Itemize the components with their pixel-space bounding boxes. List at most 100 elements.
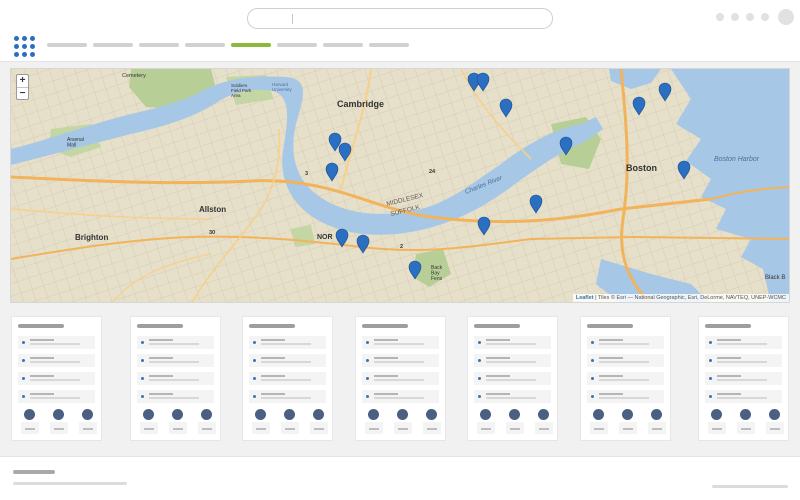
stat-circle-icon — [622, 409, 633, 420]
list-item[interactable] — [18, 336, 95, 349]
stat-circle-icon — [172, 409, 183, 420]
nav-tab-6[interactable] — [277, 43, 317, 47]
footer-title — [13, 470, 55, 474]
bullet-icon — [141, 377, 144, 380]
list-item[interactable] — [362, 336, 439, 349]
nav-tab-4[interactable] — [185, 43, 225, 47]
control-dot-1[interactable] — [716, 13, 724, 21]
control-dot-2[interactable] — [731, 13, 739, 21]
nav-tab-8[interactable] — [369, 43, 409, 47]
stat-value — [310, 422, 328, 434]
list-item[interactable] — [474, 336, 551, 349]
stat-circle-icon — [538, 409, 549, 420]
list-item[interactable] — [18, 390, 95, 403]
stat-value — [737, 422, 755, 434]
grid-icon[interactable] — [14, 36, 35, 57]
list-item[interactable] — [137, 354, 214, 367]
nav-tab-3[interactable] — [139, 43, 179, 47]
zoom-control: + − — [16, 74, 29, 100]
attribution-link[interactable]: Leaflet — [576, 295, 594, 301]
list-item[interactable] — [362, 372, 439, 385]
stat-circle-icon — [651, 409, 662, 420]
list-item[interactable] — [587, 354, 664, 367]
list-item[interactable] — [587, 390, 664, 403]
stat-value — [423, 422, 441, 434]
summary-card[interactable] — [580, 316, 671, 441]
nav-tab-1[interactable] — [47, 43, 87, 47]
list-item-title — [261, 393, 285, 395]
list-item[interactable] — [249, 336, 326, 349]
summary-card[interactable] — [698, 316, 789, 441]
nav-tab-5-active[interactable] — [231, 43, 271, 47]
list-item[interactable] — [705, 354, 782, 367]
list-item-subtitle — [149, 397, 199, 399]
stat-item — [281, 409, 299, 439]
map-view[interactable]: Cambridge Boston Allston Brighton Boston… — [10, 68, 790, 303]
list-item-title — [149, 393, 173, 395]
list-item[interactable] — [362, 390, 439, 403]
bullet-icon — [478, 359, 481, 362]
avatar[interactable] — [778, 9, 794, 25]
list-item-subtitle — [717, 397, 767, 399]
stat-item — [737, 409, 755, 439]
list-item-subtitle — [261, 361, 311, 363]
zoom-out-button[interactable]: − — [17, 87, 28, 99]
summary-card[interactable] — [467, 316, 558, 441]
list-item[interactable] — [587, 336, 664, 349]
list-item-title — [717, 375, 741, 377]
list-item[interactable] — [362, 354, 439, 367]
stat-item — [766, 409, 784, 439]
list-item[interactable] — [474, 354, 551, 367]
list-item[interactable] — [587, 372, 664, 385]
list-item[interactable] — [705, 336, 782, 349]
nav-tab-7[interactable] — [323, 43, 363, 47]
list-item[interactable] — [249, 354, 326, 367]
stat-circle-icon — [82, 409, 93, 420]
list-item[interactable] — [137, 372, 214, 385]
stat-circle-icon — [711, 409, 722, 420]
map-tiles: Cambridge Boston Allston Brighton Boston… — [11, 69, 789, 302]
control-dot-3[interactable] — [746, 13, 754, 21]
stat-value — [79, 422, 97, 434]
list-item[interactable] — [137, 390, 214, 403]
search-bar[interactable] — [247, 8, 553, 29]
list-item-subtitle — [599, 343, 649, 345]
zoom-in-button[interactable]: + — [17, 75, 28, 87]
list-item[interactable] — [18, 354, 95, 367]
list-item-title — [599, 357, 623, 359]
list-item-title — [374, 357, 398, 359]
list-item-subtitle — [599, 361, 649, 363]
stat-item — [310, 409, 328, 439]
bullet-icon — [141, 395, 144, 398]
list-item-title — [717, 393, 741, 395]
card-title — [18, 324, 64, 328]
list-item[interactable] — [249, 372, 326, 385]
summary-card[interactable] — [355, 316, 446, 441]
stat-circle-icon — [426, 409, 437, 420]
stat-value — [648, 422, 666, 434]
map-attribution: Leaflet | Tiles © Esri — National Geogra… — [572, 294, 789, 302]
list-item[interactable] — [474, 390, 551, 403]
summary-card[interactable] — [130, 316, 221, 441]
summary-card[interactable] — [242, 316, 333, 441]
list-item[interactable] — [474, 372, 551, 385]
list-item-subtitle — [30, 397, 80, 399]
list-item[interactable] — [18, 372, 95, 385]
nav-tab-2[interactable] — [93, 43, 133, 47]
list-item-title — [149, 339, 173, 341]
list-item-title — [717, 357, 741, 359]
stat-item — [79, 409, 97, 439]
list-item[interactable] — [137, 336, 214, 349]
list-item[interactable] — [705, 390, 782, 403]
stat-item — [708, 409, 726, 439]
list-item[interactable] — [705, 372, 782, 385]
stat-value — [281, 422, 299, 434]
bullet-icon — [478, 395, 481, 398]
summary-card[interactable] — [11, 316, 102, 441]
search-input[interactable] — [260, 11, 540, 26]
stat-value — [766, 422, 784, 434]
list-item[interactable] — [249, 390, 326, 403]
control-dot-4[interactable] — [761, 13, 769, 21]
stat-circle-icon — [740, 409, 751, 420]
bullet-icon — [591, 341, 594, 344]
